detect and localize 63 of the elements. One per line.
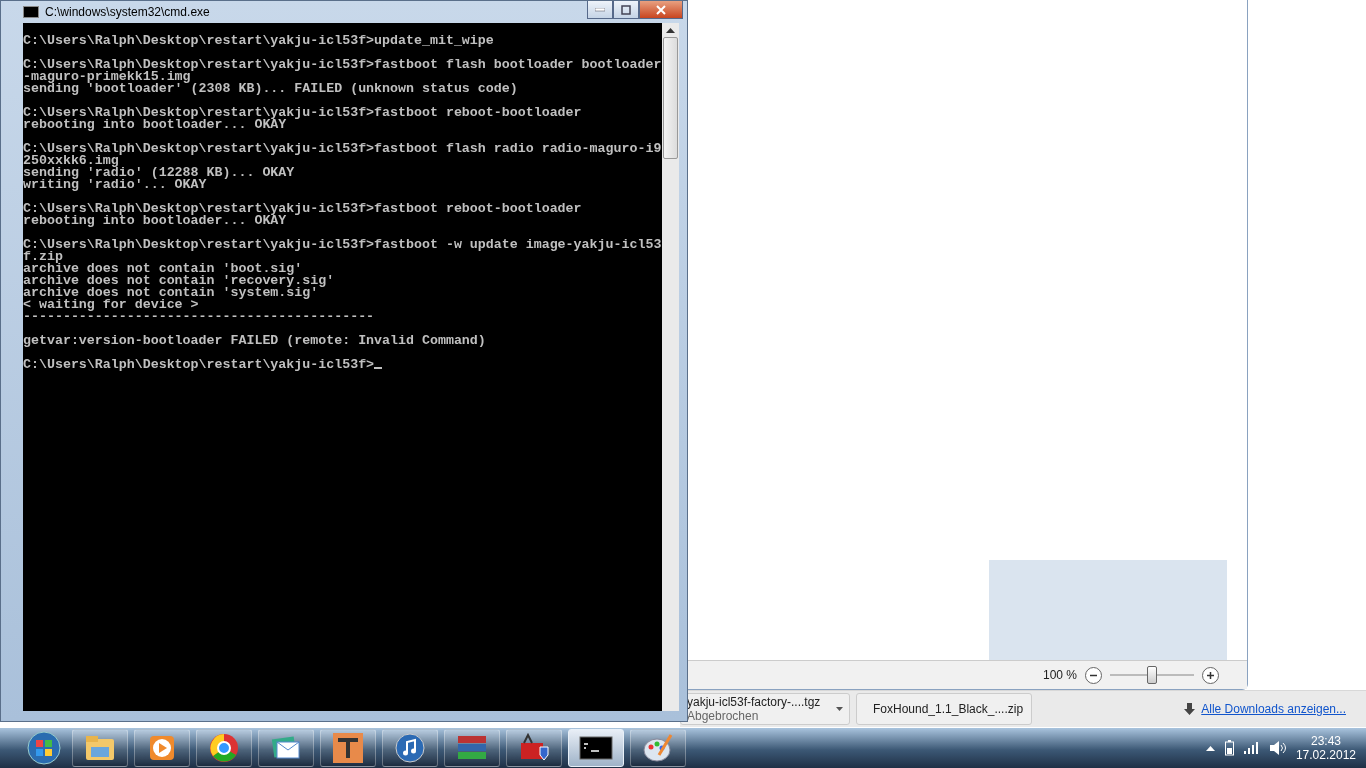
palette-icon <box>642 733 674 763</box>
toolbox-icon <box>518 733 550 763</box>
zoom-in-button[interactable] <box>1202 666 1219 684</box>
console-line: C:\Users\Ralph\Desktop\restart\yakju-icl53f>fastboot reboot-bootloader <box>23 203 583 215</box>
console-line: -maguro-primekk15.img <box>23 71 191 83</box>
console-line: C:\Users\Ralph\Desktop\restart\yakju-icl53f>fastboot reboot-bootloader <box>23 107 583 119</box>
console-line: C:\Users\Ralph\Desktop\restart\yakju-icl53f>fastboot flash bootloader bootloader <box>23 59 662 71</box>
close-button[interactable] <box>639 1 683 19</box>
plus-icon <box>1206 670 1215 680</box>
console-line: rebooting into bootloader... OKAY <box>23 215 287 227</box>
console-line: sending 'radio' (12288 KB)... OKAY <box>23 167 296 179</box>
zoom-reading: 100 % <box>1042 668 1077 682</box>
console-line: f.zip <box>23 251 63 263</box>
caret-icon <box>836 707 843 711</box>
clock-time: 23:43 <box>1310 734 1341 748</box>
console-icon <box>23 6 39 18</box>
clock[interactable]: 23:43 17.02.2012 <box>1295 734 1356 762</box>
download-item[interactable]: yakju-icl53f-factory-....tgz Abgebrochen <box>680 693 850 725</box>
folder-icon <box>85 735 115 761</box>
console-line: getvar:version-bootloader FAILED (remote: Invalid Command) <box>23 335 487 347</box>
file-name: yakju-icl53f-factory-....tgz <box>687 695 822 709</box>
command-prompt: C:\Users\Ralph\Desktop\restart\yakju-icl53f> <box>23 359 662 371</box>
console-line: -------------------------------------------- <box>23 311 376 323</box>
console-line: 250xxkk6.img <box>23 155 119 167</box>
speaker-icon[interactable] <box>1269 741 1286 755</box>
show-all-downloads-link[interactable]: Alle Downloads anzeigen... <box>1201 702 1346 716</box>
console-line: sending 'bootloader' (2308 KB)... FAILED (unknown status code) <box>23 83 519 95</box>
books-stack-icon <box>456 734 488 762</box>
clock-date: 17.02.2012 <box>1295 748 1356 762</box>
console-line: archive does not contain 'system.sig' <box>23 287 319 299</box>
music-note-icon <box>395 733 425 763</box>
play-icon <box>148 734 176 762</box>
download-status: Abgebrochen <box>687 709 760 723</box>
maximize-icon <box>621 4 631 15</box>
console-icon <box>579 736 613 760</box>
window-title: C:\windows\system32\cmd.exe <box>45 5 211 19</box>
console-line: rebooting into bootloader... OKAY <box>23 119 287 131</box>
signal-icon[interactable] <box>1243 742 1260 754</box>
close-icon <box>656 4 666 15</box>
battery-icon[interactable] <box>1224 740 1234 756</box>
file-name: FoxHound_1.1_Black_....zip <box>873 702 1024 716</box>
zoom-out-button[interactable] <box>1085 666 1102 684</box>
caret-icon[interactable] <box>1205 745 1215 751</box>
download-item[interactable]: FoxHound_1.1_Black_....zip <box>856 693 1032 725</box>
console-line: archive does not contain 'recovery.sig' <box>23 275 336 287</box>
browser-icon <box>209 733 239 763</box>
maximize-button[interactable] <box>613 1 639 19</box>
minimize-button[interactable] <box>587 1 613 19</box>
minimize-icon <box>595 7 605 12</box>
download-arrow-icon <box>1184 703 1196 715</box>
t-letter-icon <box>332 732 364 764</box>
console-line: C:\Users\Ralph\Desktop\restart\yakju-icl53f>fastboot flash radio radio-maguro-i9 <box>23 143 662 155</box>
taskbar-button[interactable] <box>568 729 624 767</box>
console-line: archive does not contain 'boot.sig' <box>23 263 303 275</box>
mail-icon <box>271 735 301 761</box>
start-orb-icon <box>27 731 61 765</box>
console-line: writing 'radio'... OKAY <box>23 179 207 191</box>
console-line: < waiting for device > <box>23 299 200 311</box>
zoom-slider-thumb[interactable] <box>1147 666 1157 684</box>
console-line: C:\Users\Ralph\Desktop\restart\yakju-icl53f>update_mit_wipe <box>23 35 495 47</box>
text-cursor <box>374 367 383 369</box>
scroll-bar[interactable] <box>662 23 679 711</box>
console-line: C:\Users\Ralph\Desktop\restart\yakju-icl53f>fastboot -w update image-yakju-icl53 <box>23 239 662 251</box>
